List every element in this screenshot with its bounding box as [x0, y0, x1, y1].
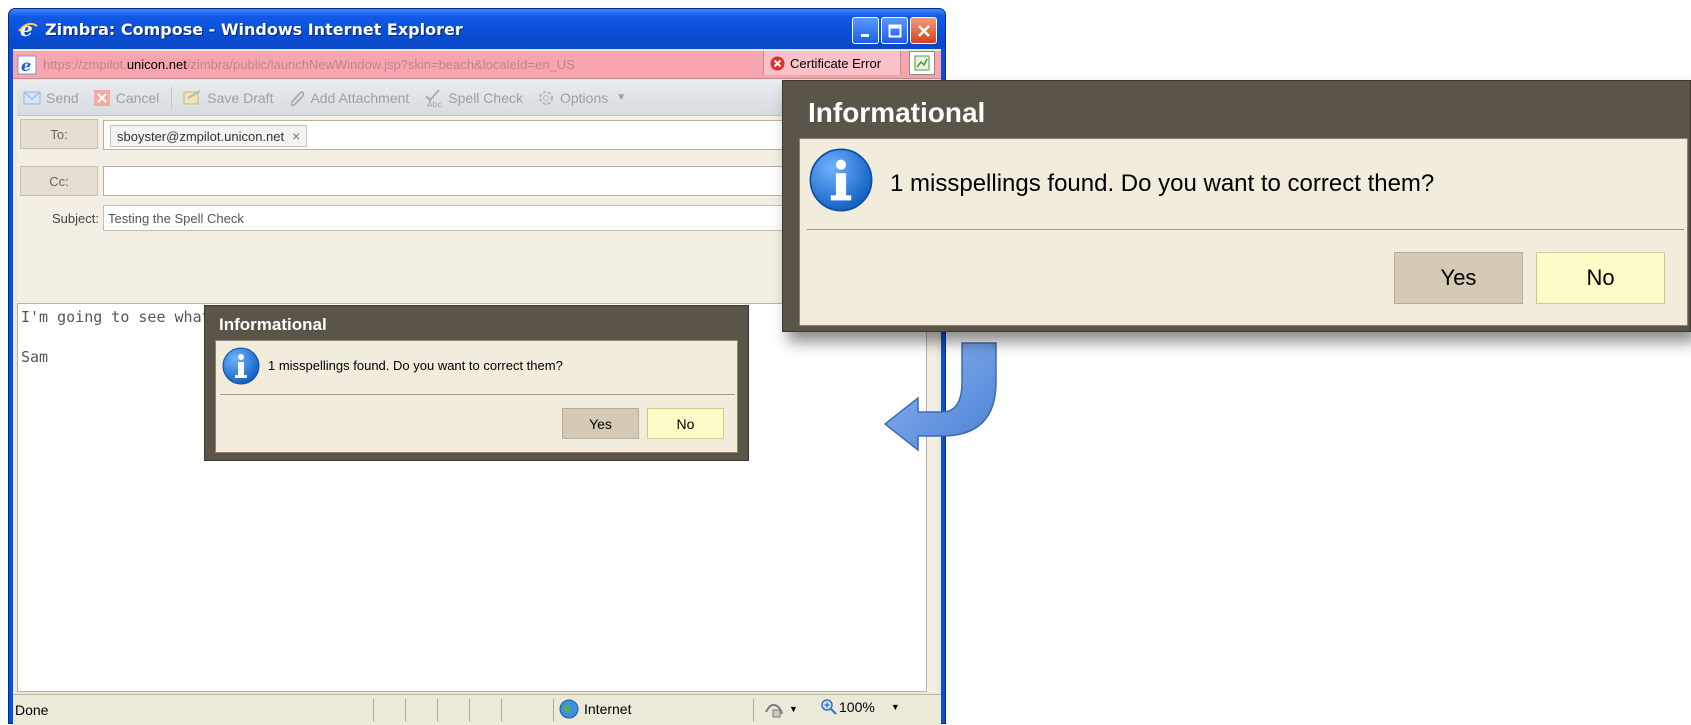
no-button[interactable]: No: [647, 408, 724, 439]
spell-check-icon: Abc: [423, 88, 443, 108]
save-draft-icon: [182, 89, 202, 107]
zoom-icon: [821, 699, 837, 715]
svg-text:Abc: Abc: [427, 100, 442, 108]
status-bar: Done Internet ▼ 100% ▼: [13, 694, 941, 725]
toolbar-separator: [171, 86, 173, 109]
informational-dialog: Informational 1 misspellings found. Do y…: [204, 305, 749, 461]
minimize-button[interactable]: [852, 17, 879, 44]
status-pane-divider: [753, 699, 754, 721]
no-button[interactable]: No: [1536, 252, 1665, 304]
cc-button[interactable]: Cc:: [20, 166, 98, 196]
window-title: Zimbra: Compose - Windows Internet Explo…: [45, 19, 463, 39]
protected-mode-button[interactable]: ▼: [763, 700, 798, 718]
save-draft-label: Save Draft: [207, 89, 274, 106]
close-button[interactable]: [910, 17, 937, 44]
error-shield-icon: [770, 56, 785, 70]
options-label: Options: [559, 89, 609, 106]
yes-button[interactable]: Yes: [562, 408, 639, 439]
close-icon: [917, 24, 930, 37]
url-text[interactable]: https://zmpilot.unicon.net/zimbra/public…: [43, 57, 575, 72]
chevron-down-icon: ▼: [616, 92, 627, 103]
options-button[interactable]: Options ▼: [537, 89, 626, 107]
save-draft-button[interactable]: Save Draft: [182, 89, 273, 107]
callout-arrow-icon: [883, 342, 997, 452]
info-icon: [807, 146, 875, 219]
gear-icon: [537, 89, 555, 107]
certificate-error-button[interactable]: Certificate Error: [763, 51, 901, 75]
protected-mode-icon: [765, 703, 783, 718]
status-pane-divider: [553, 699, 554, 721]
yes-button[interactable]: Yes: [1394, 252, 1523, 304]
minimize-icon: [860, 33, 869, 37]
dialog-title: Informational: [219, 315, 327, 334]
dialog-divider: [807, 229, 1684, 230]
spell-check-label: Spell Check: [448, 89, 523, 106]
status-pane-divider: [405, 699, 406, 721]
to-button[interactable]: To:: [20, 119, 98, 149]
remove-recipient-icon[interactable]: ×: [292, 128, 300, 144]
zoom-level: 100%: [839, 699, 875, 715]
ie-logo-icon: e: [16, 17, 40, 41]
svg-text:e: e: [21, 56, 31, 75]
feed-icon: [914, 55, 930, 71]
status-pane-divider: [437, 699, 438, 721]
maximize-icon: [888, 24, 901, 37]
globe-icon: [559, 699, 579, 719]
chevron-down-icon: ▼: [890, 702, 900, 712]
zoom-button[interactable]: 100% ▼: [821, 699, 900, 715]
certificate-error-label: Certificate Error: [790, 55, 882, 71]
maximize-button[interactable]: [881, 17, 908, 44]
spell-check-button[interactable]: Abc Spell Check: [423, 88, 523, 108]
cancel-icon: [93, 89, 111, 107]
cancel-button[interactable]: Cancel: [93, 89, 160, 107]
envelope-icon: [23, 91, 41, 105]
recipient-address: sboyster@zmpilot.unicon.net: [117, 128, 285, 144]
dialog-divider: [220, 394, 735, 395]
recipient-chip[interactable]: sboyster@zmpilot.unicon.net ×: [110, 125, 308, 147]
informational-dialog-zoomed: Informational 1 misspellings found. Do y…: [782, 80, 1691, 332]
zone-label: Internet: [584, 701, 632, 717]
info-icon: [221, 346, 261, 391]
title-bar: e Zimbra: Compose - Windows Internet Exp…: [9, 9, 945, 49]
dialog-body: 1 misspellings found. Do you want to cor…: [215, 340, 738, 453]
security-zone[interactable]: Internet: [559, 699, 631, 719]
status-pane-divider: [373, 699, 374, 721]
dialog-body: 1 misspellings found. Do you want to cor…: [799, 138, 1688, 326]
dialog-message: 1 misspellings found. Do you want to cor…: [890, 170, 1435, 197]
add-attachment-label: Add Attachment: [310, 89, 410, 106]
feeds-button[interactable]: [909, 51, 935, 75]
page-icon: e: [17, 55, 37, 75]
status-pane-divider: [501, 699, 502, 721]
body-signature: Sam: [21, 348, 49, 366]
status-pane-divider: [469, 699, 470, 721]
add-attachment-button[interactable]: Add Attachment: [287, 89, 409, 107]
dialog-title: Informational: [808, 97, 986, 128]
cancel-label: Cancel: [115, 89, 160, 106]
subject-label: Subject:: [52, 211, 99, 226]
send-label: Send: [46, 89, 79, 106]
send-button[interactable]: Send: [23, 90, 79, 106]
chevron-down-icon: ▼: [789, 704, 798, 714]
dialog-message: 1 misspellings found. Do you want to cor…: [268, 358, 563, 373]
paperclip-icon: [287, 89, 305, 107]
status-text: Done: [15, 702, 49, 718]
